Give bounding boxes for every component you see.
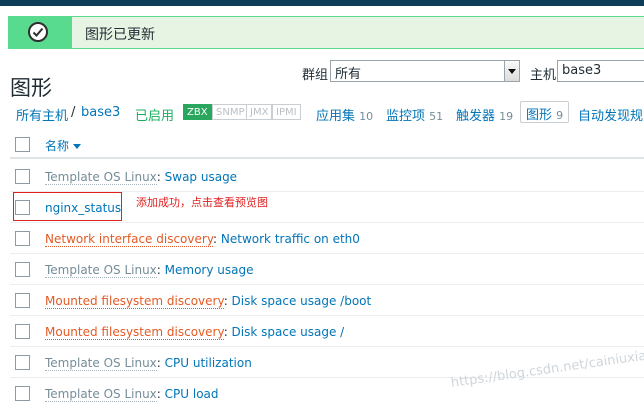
availability-jmx: JMX — [246, 104, 273, 120]
template-link[interactable]: Template OS Linux — [45, 170, 157, 185]
graph-link[interactable]: CPU load — [165, 387, 219, 401]
row-checkbox[interactable] — [15, 386, 30, 401]
table-row: Template OS Linux: CPU load — [10, 378, 644, 409]
success-message-text: 图形已更新 — [85, 27, 155, 43]
group-filter-label: 群组 — [302, 68, 329, 83]
graph-name: Mounted filesystem discovery: Disk space… — [45, 294, 372, 309]
graph-link[interactable]: CPU utilization — [165, 356, 252, 370]
table-row: Mounted filesystem discovery: Disk space… — [10, 285, 644, 316]
prefix-separator: : — [156, 356, 165, 370]
graph-name: Network interface discovery: Network tra… — [45, 232, 360, 247]
top-nav-bar — [0, 0, 644, 6]
prefix-separator: : — [223, 294, 232, 308]
table-row: Network interface discovery: Network tra… — [10, 223, 644, 254]
graph-name: Mounted filesystem discovery: Disk space… — [45, 325, 345, 340]
row-checkbox[interactable] — [15, 355, 30, 370]
host-select-value: base3 — [562, 63, 602, 78]
graph-link[interactable]: Network traffic on eth0 — [221, 232, 360, 246]
prefix-separator: : — [223, 325, 232, 339]
template-link[interactable]: Template OS Linux — [45, 387, 157, 402]
tab-applications-count: 10 — [359, 110, 374, 123]
row-checkbox[interactable] — [15, 262, 30, 277]
row-checkbox[interactable] — [15, 169, 30, 184]
graph-name: Template OS Linux: Memory usage — [45, 263, 254, 278]
row-checkbox[interactable] — [15, 324, 30, 339]
tab-applications-label: 应用集 — [316, 109, 356, 124]
table-row: Template OS Linux: Swap usage — [10, 161, 644, 192]
graph-name: Template OS Linux: CPU utilization — [45, 356, 252, 371]
discovery-rule-link[interactable]: Network interface discovery — [45, 232, 214, 247]
graph-link[interactable]: Disk space usage / — [232, 325, 345, 339]
tab-triggers[interactable]: 触发器 19 — [456, 105, 513, 124]
group-select[interactable]: 所有 — [330, 60, 520, 82]
tab-graphs[interactable]: 图形 9 — [520, 101, 570, 123]
breadcrumb-all-hosts[interactable]: 所有主机 — [16, 105, 68, 124]
tab-applications[interactable]: 应用集 10 — [316, 105, 373, 124]
tab-triggers-label: 触发器 — [456, 109, 496, 124]
graph-link[interactable]: Swap usage — [165, 170, 237, 184]
tab-items-label: 监控项 — [386, 109, 426, 124]
graph-link[interactable]: Memory usage — [165, 263, 254, 277]
chevron-down-icon[interactable] — [504, 61, 519, 81]
graph-link[interactable]: Disk space usage /boot — [232, 294, 372, 308]
tab-items[interactable]: 监控项 51 — [386, 105, 443, 124]
graph-name: Template OS Linux: CPU load — [45, 387, 219, 402]
tab-items-count: 51 — [429, 110, 444, 123]
tab-discovery-rules-label: 自动发现规则 — [578, 109, 644, 124]
graph-name: Template OS Linux: Swap usage — [45, 170, 237, 185]
template-link[interactable]: Template OS Linux — [45, 263, 157, 278]
check-circle-icon — [28, 22, 48, 42]
sort-desc-icon — [73, 144, 82, 149]
prefix-separator: : — [156, 170, 165, 184]
host-filter-label: 主机 — [530, 68, 557, 83]
tab-triggers-count: 19 — [499, 110, 514, 123]
tab-graphs-count: 9 — [556, 109, 564, 122]
row-checkbox[interactable] — [15, 231, 30, 246]
row-checkbox[interactable] — [15, 293, 30, 308]
breadcrumb-separator: / — [71, 105, 76, 120]
table-row: Mounted filesystem discovery: Disk space… — [10, 316, 644, 347]
prefix-separator: : — [156, 263, 165, 277]
group-select-value: 所有 — [335, 67, 362, 82]
page-title: 图形 — [10, 76, 52, 101]
annotation-text: 添加成功，点击查看预览图 — [136, 196, 268, 209]
select-all-checkbox[interactable] — [15, 137, 30, 152]
tab-discovery-rules[interactable]: 自动发现规则 — [578, 105, 644, 124]
template-link[interactable]: Template OS Linux — [45, 356, 157, 371]
highlight-annotation-box — [13, 192, 122, 221]
availability-ipmi: IPMI — [272, 104, 301, 120]
table-header: 名称 — [10, 130, 644, 159]
host-status[interactable]: 已启用 — [135, 105, 174, 124]
availability-snmp: SNMP — [212, 104, 249, 120]
tab-graphs-label: 图形 — [526, 108, 553, 123]
column-name-header[interactable]: 名称 — [45, 137, 82, 154]
success-message: 图形已更新 — [8, 16, 644, 49]
discovery-rule-link[interactable]: Mounted filesystem discovery — [45, 325, 224, 340]
breadcrumb-host[interactable]: base3 — [81, 105, 120, 120]
success-indicator — [8, 17, 72, 48]
availability-zbx: ZBX — [183, 104, 212, 120]
discovery-rule-link[interactable]: Mounted filesystem discovery — [45, 294, 224, 309]
table-row: Template OS Linux: Memory usage — [10, 254, 644, 285]
column-name-label: 名称 — [45, 139, 70, 153]
prefix-separator: : — [156, 387, 165, 401]
host-select[interactable]: base3 — [557, 60, 644, 82]
prefix-separator: : — [213, 232, 221, 246]
